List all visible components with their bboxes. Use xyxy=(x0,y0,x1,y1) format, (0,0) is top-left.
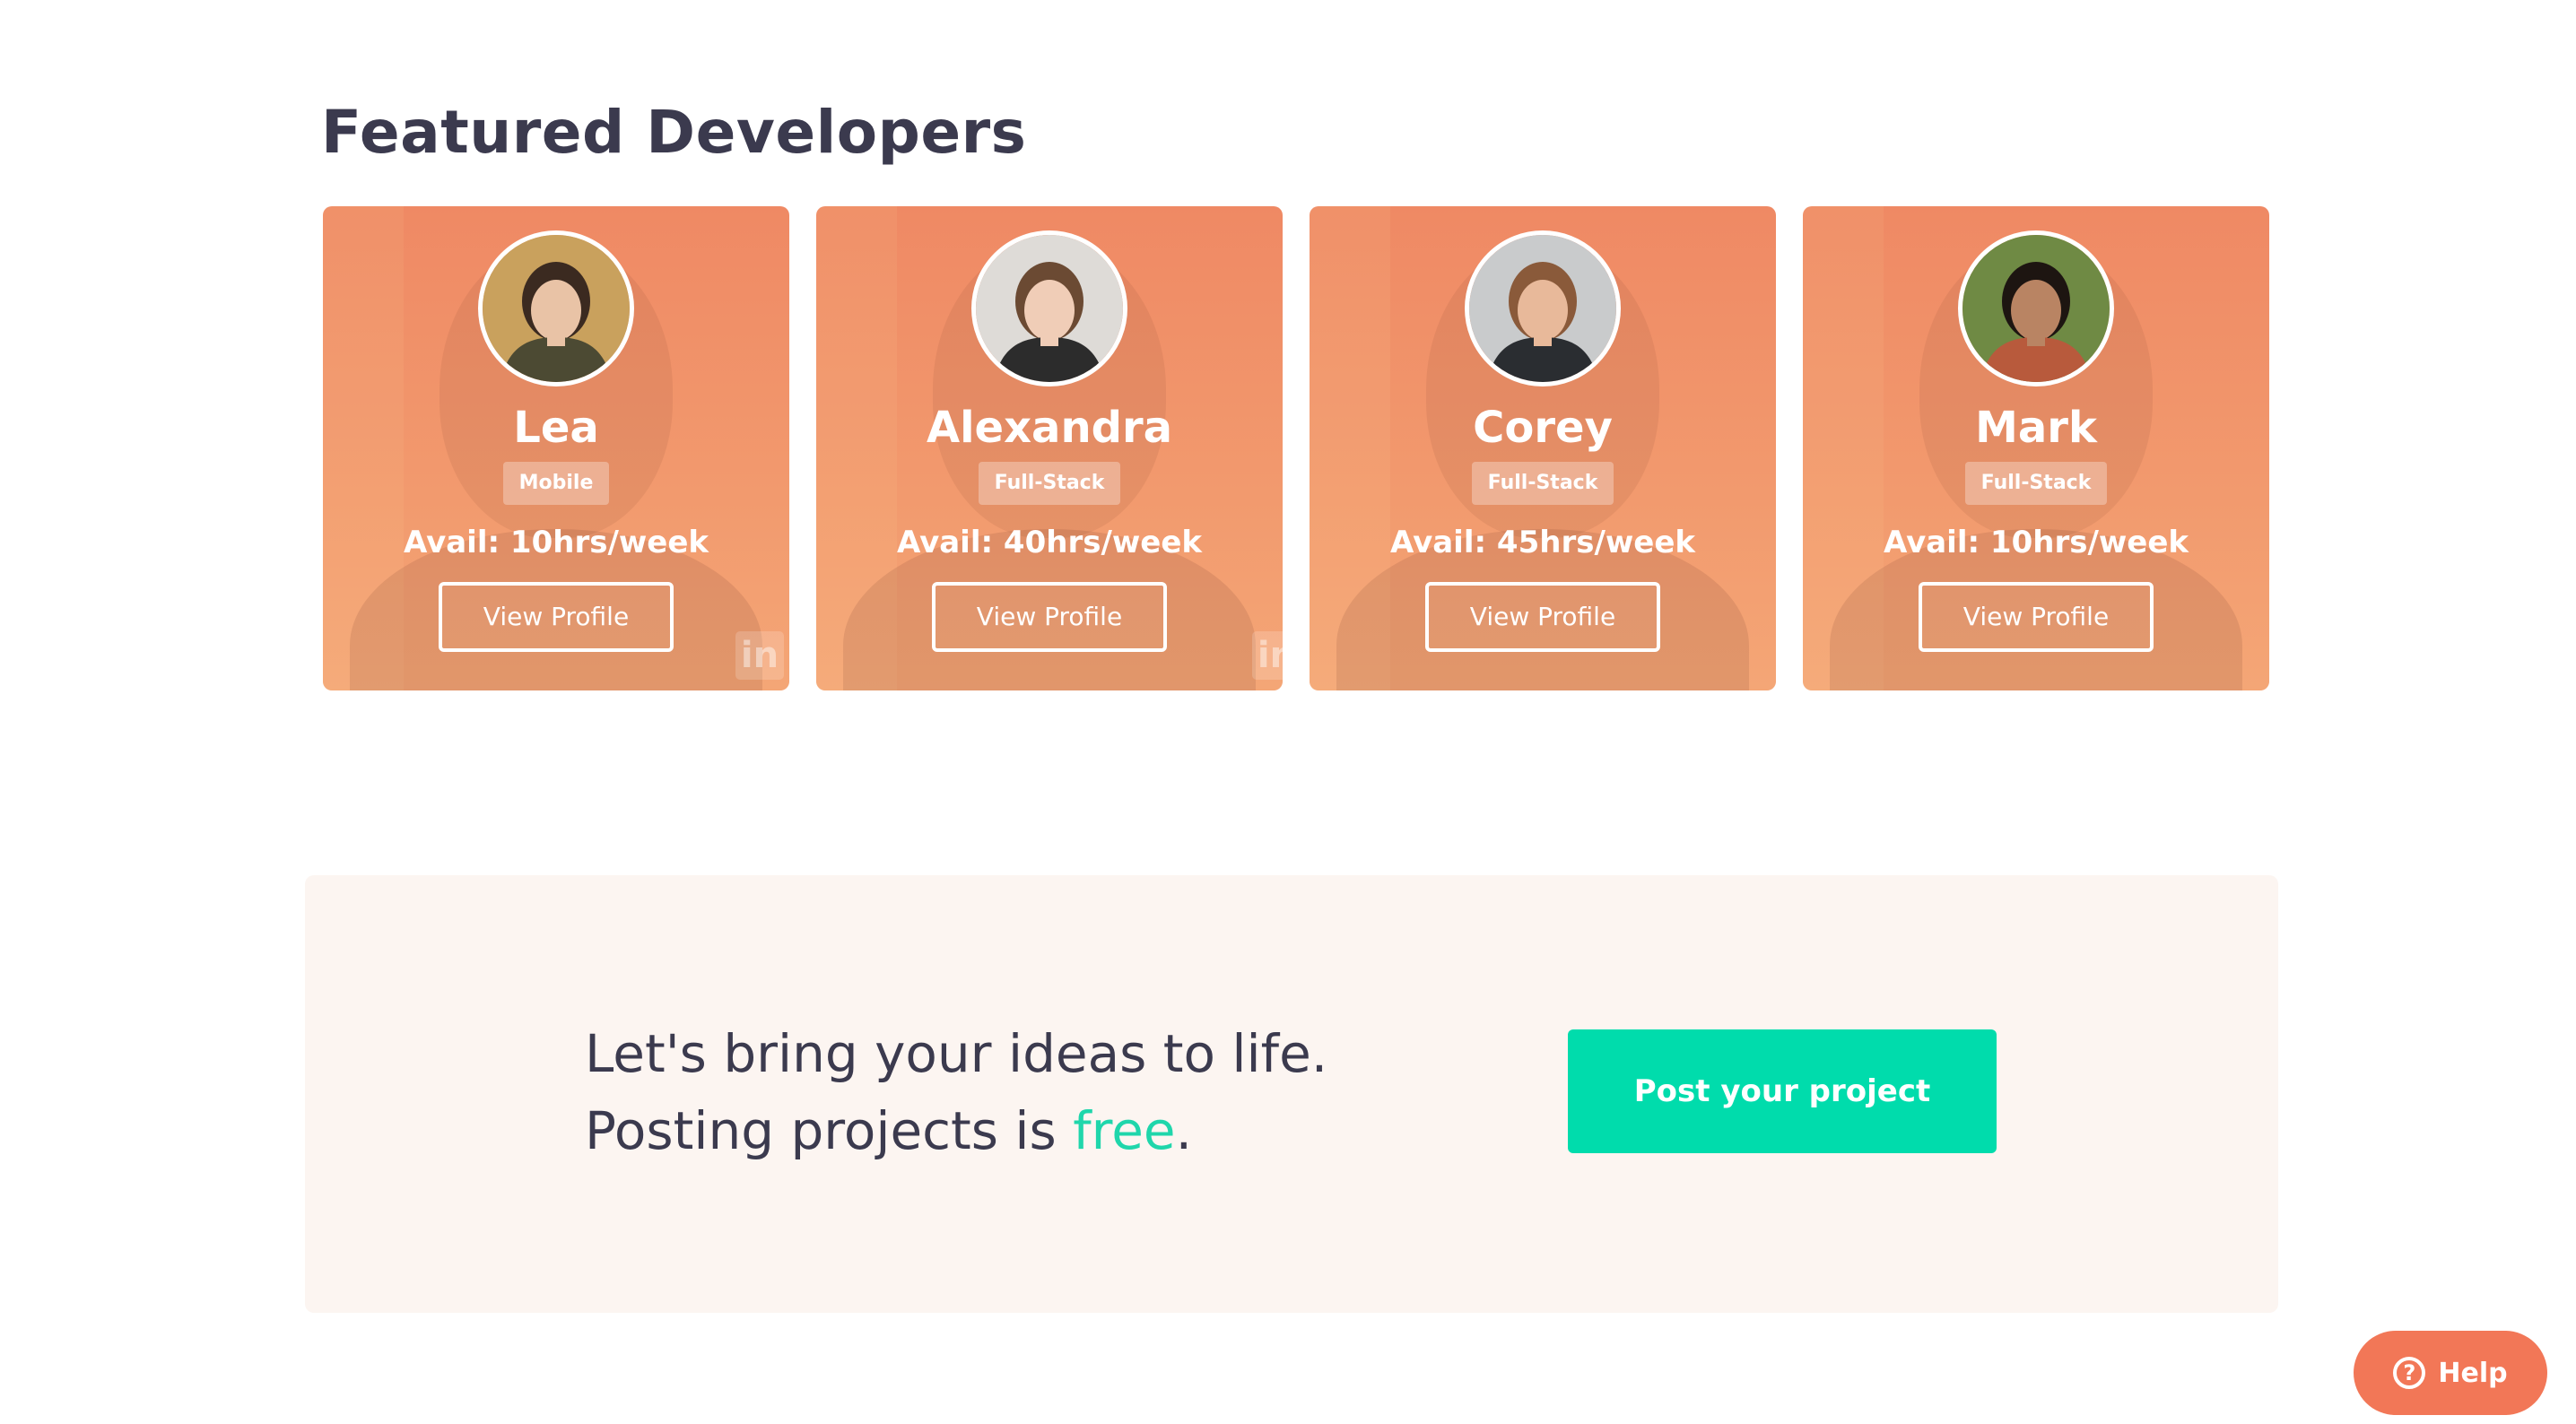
view-profile-button[interactable]: View Profile xyxy=(932,582,1167,652)
developer-card: Mark Full-Stack Avail: 10hrs/week View P… xyxy=(1803,206,2269,690)
role-badge: Full-Stack xyxy=(978,462,1121,505)
page-title: Featured Developers xyxy=(321,98,1027,167)
avatar xyxy=(1958,230,2114,386)
developer-card: Corey Full-Stack Avail: 45hrs/week View … xyxy=(1310,206,1776,690)
avatar xyxy=(1465,230,1621,386)
developer-name: Alexandra xyxy=(926,403,1173,453)
developer-name: Corey xyxy=(1473,403,1613,453)
availability-text: Avail: 10hrs/week xyxy=(1883,525,2189,560)
developer-name: Mark xyxy=(1975,403,2097,453)
availability-text: Avail: 45hrs/week xyxy=(1389,525,1696,560)
view-profile-button[interactable]: View Profile xyxy=(439,582,674,652)
avatar xyxy=(971,230,1127,386)
developer-name: Lea xyxy=(513,403,599,453)
cta-line-2-prefix: Posting projects is xyxy=(585,1100,1074,1161)
help-question-icon: ? xyxy=(2393,1357,2426,1389)
view-profile-button[interactable]: View Profile xyxy=(1425,582,1660,652)
avatar-photo xyxy=(1469,235,1616,382)
role-badge: Mobile xyxy=(502,462,610,505)
help-button[interactable]: ? Help xyxy=(2354,1331,2547,1415)
post-project-button[interactable]: Post your project xyxy=(1568,1029,1997,1153)
avatar-photo xyxy=(976,235,1123,382)
cta-line-2: Posting projects is free. xyxy=(585,1092,1327,1169)
developer-card: Lea Mobile Avail: 10hrs/week View Profil… xyxy=(323,206,789,690)
role-badge: Full-Stack xyxy=(1964,462,2108,505)
cta-free-highlight: free xyxy=(1073,1100,1176,1161)
cta-text: Let's bring your ideas to life. Posting … xyxy=(585,1015,1327,1169)
role-badge: Full-Stack xyxy=(1471,462,1614,505)
avatar-photo xyxy=(483,235,630,382)
developer-card: Alexandra Full-Stack Avail: 40hrs/week V… xyxy=(816,206,1283,690)
avatar-photo xyxy=(1962,235,2110,382)
cta-line-2-suffix: . xyxy=(1175,1100,1192,1161)
help-label: Help xyxy=(2438,1357,2508,1389)
cta-line-1: Let's bring your ideas to life. xyxy=(585,1023,1328,1084)
availability-text: Avail: 40hrs/week xyxy=(896,525,1203,560)
featured-developers-list: Lea Mobile Avail: 10hrs/week View Profil… xyxy=(323,206,2269,690)
avatar xyxy=(478,230,634,386)
view-profile-button[interactable]: View Profile xyxy=(1919,582,2154,652)
cta-panel: Let's bring your ideas to life. Posting … xyxy=(305,875,2278,1313)
availability-text: Avail: 10hrs/week xyxy=(403,525,709,560)
